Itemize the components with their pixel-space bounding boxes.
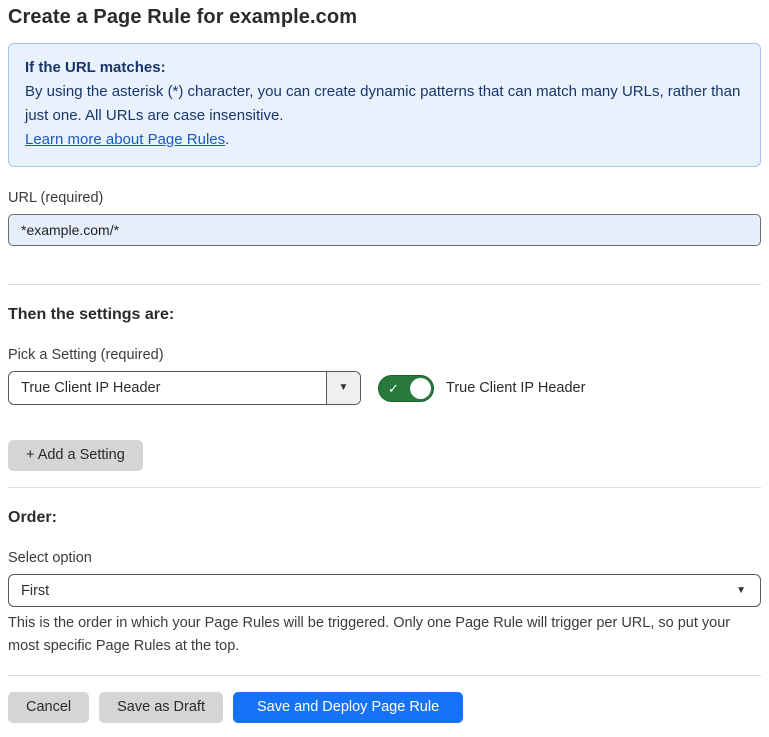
order-help-text: This is the order in which your Page Rul… <box>8 612 753 658</box>
pick-setting-label: Pick a Setting (required) <box>8 347 761 363</box>
url-field-label: URL (required) <box>8 190 761 206</box>
info-box-body: By using the asterisk (*) character, you… <box>25 80 744 128</box>
setting-select-arrow-button[interactable]: ▼ <box>326 372 360 404</box>
link-period: . <box>225 131 229 148</box>
info-box-link-line: Learn more about Page Rules. <box>25 128 744 152</box>
divider <box>8 284 761 285</box>
chevron-down-icon: ▼ <box>736 586 746 596</box>
info-box-heading: If the URL matches: <box>25 56 744 80</box>
page-title: Create a Page Rule for example.com <box>8 0 761 29</box>
page-rule-form: Create a Page Rule for example.com If th… <box>0 0 769 737</box>
chevron-down-icon: ▼ <box>339 383 349 393</box>
order-select[interactable]: First ▼ <box>8 574 761 607</box>
footer-actions: Cancel Save as Draft Save and Deploy Pag… <box>8 692 761 737</box>
setting-toggle-label: True Client IP Header <box>446 380 585 396</box>
order-section-heading: Order: <box>8 509 761 527</box>
check-icon: ✓ <box>388 382 399 395</box>
url-match-info-box: If the URL matches: By using the asteris… <box>8 43 761 167</box>
add-setting-button[interactable]: + Add a Setting <box>8 440 143 471</box>
url-input[interactable] <box>8 214 761 246</box>
toggle-knob <box>410 378 431 399</box>
order-select-value: First <box>9 583 736 599</box>
divider <box>8 487 761 488</box>
settings-section-heading: Then the settings are: <box>8 306 761 324</box>
learn-more-link[interactable]: Learn more about Page Rules <box>25 131 225 148</box>
setting-toggle[interactable]: ✓ <box>378 375 434 402</box>
setting-select-value: True Client IP Header <box>9 380 326 396</box>
divider <box>8 675 761 676</box>
order-select-label: Select option <box>8 550 761 566</box>
setting-row: True Client IP Header ▼ ✓ True Client IP… <box>8 371 761 405</box>
setting-select[interactable]: True Client IP Header ▼ <box>8 371 361 405</box>
